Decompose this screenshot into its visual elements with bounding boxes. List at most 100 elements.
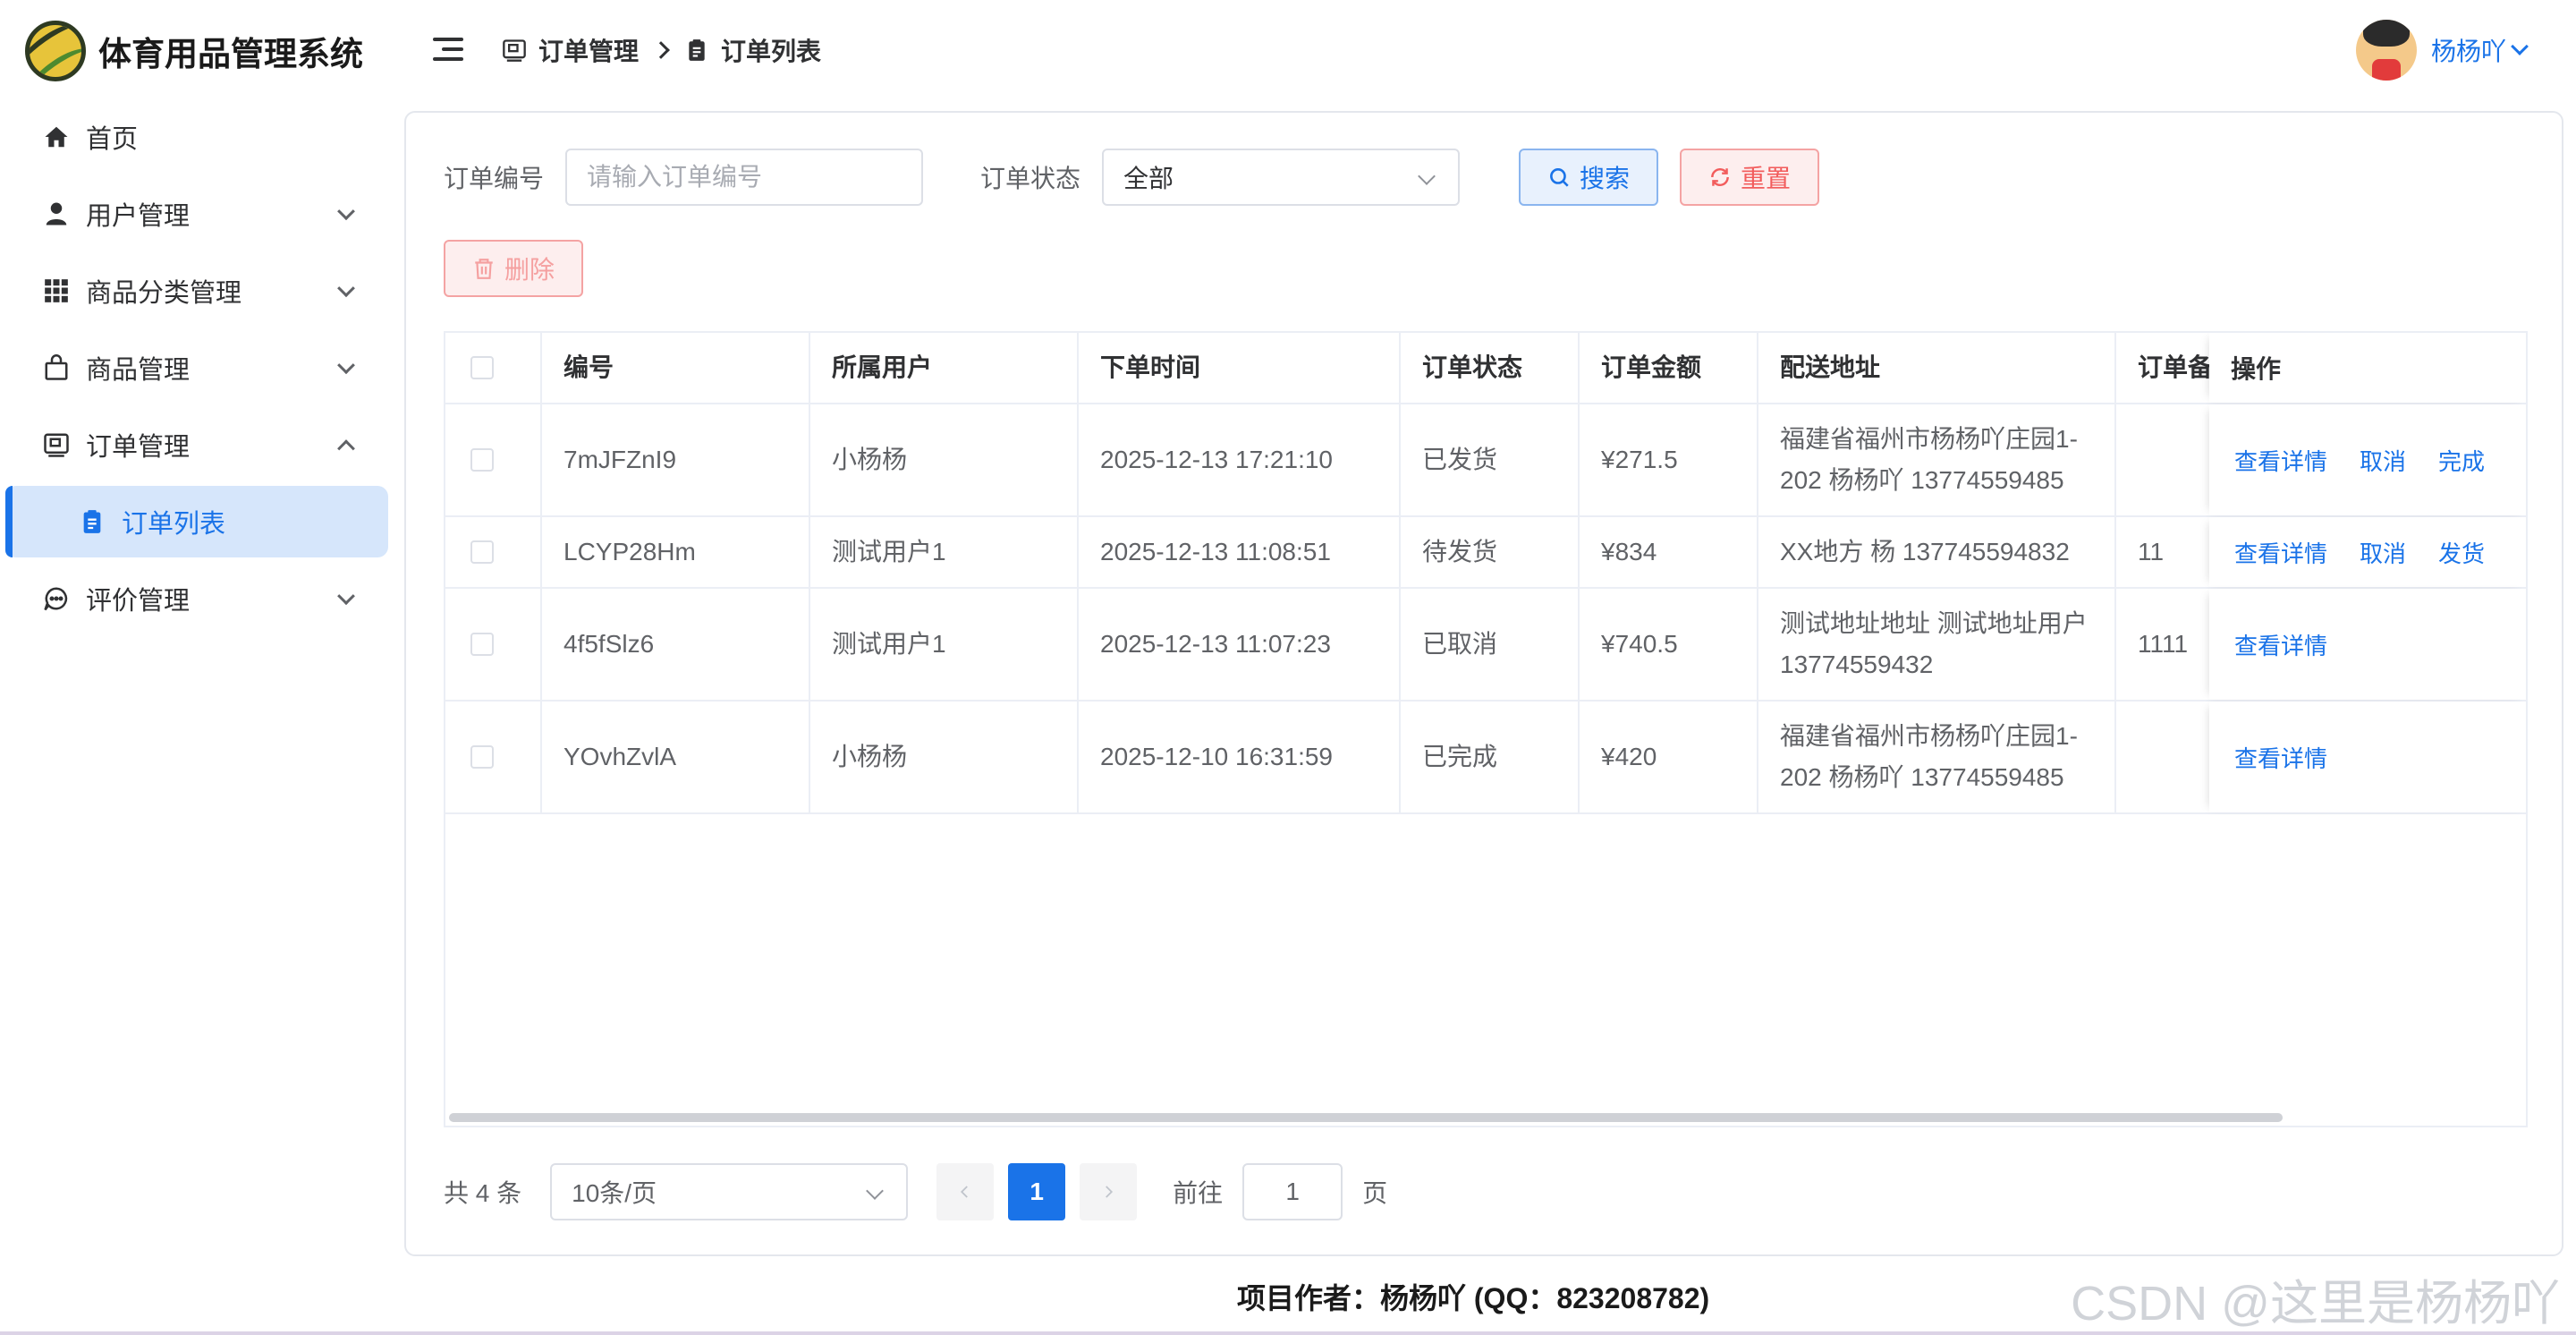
- cell-address: 福建省福州市杨杨吖庄园1- 202 杨杨吖 13774559485: [1758, 702, 2116, 812]
- horizontal-scrollbar[interactable]: [449, 1113, 2283, 1122]
- table-row: 7mJFZnI9 小杨杨 2025-12-13 17:21:10 已发货 ¥27…: [445, 404, 2526, 517]
- sidebar-item-reviews[interactable]: 评价管理: [0, 560, 394, 637]
- sidebar-item-products[interactable]: 商品管理: [0, 329, 394, 406]
- app-title: 体育用品管理系统: [98, 36, 363, 72]
- complete-link[interactable]: 完成: [2438, 444, 2485, 477]
- trash-icon: [472, 257, 496, 280]
- status-select[interactable]: 全部: [1102, 149, 1461, 206]
- cancel-link[interactable]: 取消: [2360, 444, 2406, 477]
- search-button[interactable]: 搜索: [1519, 149, 1659, 206]
- cell-user: 小杨杨: [810, 702, 1079, 812]
- row-checkbox[interactable]: [470, 540, 494, 564]
- cell-status: 已完成: [1401, 702, 1580, 812]
- cell-address: XX地方 杨 137745594832: [1758, 517, 2116, 587]
- cell-actions: 查看详情: [2209, 589, 2526, 700]
- footer-author: 项目作者：杨杨吖 (QQ：823208782): [1237, 1282, 1710, 1314]
- cell-status: 待发货: [1401, 517, 1580, 587]
- cell-time: 2025-12-10 16:31:59: [1079, 702, 1401, 812]
- sidebar-item-orders[interactable]: 订单管理: [0, 406, 394, 483]
- view-details-link[interactable]: 查看详情: [2234, 741, 2327, 774]
- page-suffix: 页: [1362, 1179, 1388, 1207]
- address-line-2: 202 杨杨吖 13774559485: [1780, 763, 2064, 791]
- cell-no: 7mJFZnI9: [542, 404, 810, 515]
- sidebar-item-order-list[interactable]: 订单列表: [5, 486, 388, 557]
- cell-no: LCYP28Hm: [542, 517, 810, 587]
- sidebar-item-label: 用户管理: [86, 202, 191, 231]
- view-details-link[interactable]: 查看详情: [2234, 536, 2327, 569]
- order-no-input[interactable]: [565, 149, 924, 206]
- home-icon: [41, 122, 72, 152]
- collapse-menu-icon[interactable]: [433, 38, 463, 63]
- user-menu[interactable]: 杨杨吖: [2355, 20, 2529, 81]
- cell-address: 福建省福州市杨杨吖庄园1- 202 杨杨吖 13774559485: [1758, 404, 2116, 515]
- clipboard-icon: [77, 506, 107, 537]
- table-row: LCYP28Hm 测试用户1 2025-12-13 11:08:51 待发货 ¥…: [445, 517, 2526, 589]
- col-header-time: 下单时间: [1079, 333, 1401, 403]
- address-line-1: 测试地址地址 测试地址用户: [1780, 609, 2088, 637]
- order-no-label: 订单编号: [444, 165, 545, 192]
- bottom-divider: [0, 1331, 2576, 1335]
- row-checkbox[interactable]: [470, 448, 494, 472]
- address-line-2: 202 杨杨吖 13774559485: [1780, 466, 2064, 494]
- pagination: 共 4 条 10条/页 1 前往 页: [444, 1163, 1387, 1220]
- chevron-down-icon: [866, 1182, 885, 1200]
- tennis-ball-logo-icon: [25, 21, 86, 81]
- page-number-button[interactable]: 1: [1008, 1163, 1066, 1220]
- row-checkbox[interactable]: [470, 745, 494, 769]
- sidebar-item-label: 商品管理: [86, 356, 191, 385]
- refresh-icon: [1708, 166, 1732, 189]
- goto-page-input[interactable]: [1242, 1163, 1343, 1220]
- cell-status: 已发货: [1401, 404, 1580, 515]
- avatar[interactable]: [2355, 20, 2417, 81]
- sidebar-item-label: 首页: [86, 125, 139, 154]
- sidebar-item-users[interactable]: 用户管理: [0, 175, 394, 252]
- row-select-cell: [445, 589, 542, 700]
- ship-link[interactable]: 发货: [2438, 536, 2485, 569]
- cell-status: 已取消: [1401, 589, 1580, 700]
- watermark: CSDN @这里是杨杨吖: [2071, 1277, 2560, 1331]
- clipboard-icon: [683, 37, 710, 64]
- page-size-value: 10条/页: [572, 1179, 657, 1207]
- cancel-link[interactable]: 取消: [2360, 536, 2406, 569]
- sidebar-item-home[interactable]: 首页: [0, 98, 394, 175]
- breadcrumb: 订单管理 订单列表: [501, 32, 821, 68]
- view-details-link[interactable]: 查看详情: [2234, 444, 2327, 477]
- user-icon: [41, 199, 72, 229]
- chevron-down-icon[interactable]: [2511, 38, 2529, 55]
- next-page-button[interactable]: [1080, 1163, 1138, 1220]
- row-checkbox[interactable]: [470, 633, 494, 656]
- chevron-down-icon: [337, 587, 355, 606]
- cell-amount: ¥740.5: [1580, 589, 1758, 700]
- page-size-select[interactable]: 10条/页: [550, 1163, 909, 1220]
- chevron-down-icon: [337, 279, 355, 298]
- col-header-status: 订单状态: [1401, 333, 1580, 403]
- delete-button[interactable]: 删除: [444, 240, 584, 297]
- main-card: 订单编号 订单状态 全部 搜索 重置 删除 编号 所: [404, 111, 2563, 1256]
- cell-time: 2025-12-13 11:08:51: [1079, 517, 1401, 587]
- breadcrumb-item-orders[interactable]: 订单管理: [538, 32, 639, 68]
- reset-button[interactable]: 重置: [1680, 149, 1820, 206]
- prev-page-button[interactable]: [936, 1163, 995, 1220]
- row-select-cell: [445, 517, 542, 587]
- order-icon: [41, 429, 72, 460]
- cell-amount: ¥834: [1580, 517, 1758, 587]
- cell-address: 测试地址地址 测试地址用户 13774559432: [1758, 589, 2116, 700]
- cell-actions: 查看详情 取消 发货: [2209, 517, 2526, 587]
- cell-no: 4f5fSlz6: [542, 589, 810, 700]
- select-all-cell: [445, 333, 542, 403]
- filter-bar: 订单编号 订单状态 全部 搜索 重置: [444, 149, 1820, 206]
- status-select-value: 全部: [1123, 165, 1174, 192]
- select-all-checkbox[interactable]: [470, 356, 494, 379]
- cell-amount: ¥271.5: [1580, 404, 1758, 515]
- username[interactable]: 杨杨吖: [2431, 32, 2506, 68]
- sidebar-item-categories[interactable]: 商品分类管理: [0, 252, 394, 329]
- address-line-1: 福建省福州市杨杨吖庄园1-: [1780, 425, 2078, 453]
- shopping-bag-icon: [41, 353, 72, 383]
- cell-user: 小杨杨: [810, 404, 1079, 515]
- breadcrumb-item-order-list: 订单列表: [721, 38, 822, 65]
- order-icon: [501, 37, 528, 64]
- chevron-down-icon: [337, 202, 355, 221]
- view-details-link[interactable]: 查看详情: [2234, 628, 2327, 661]
- goto-label: 前往: [1173, 1179, 1224, 1207]
- search-icon: [1547, 166, 1571, 189]
